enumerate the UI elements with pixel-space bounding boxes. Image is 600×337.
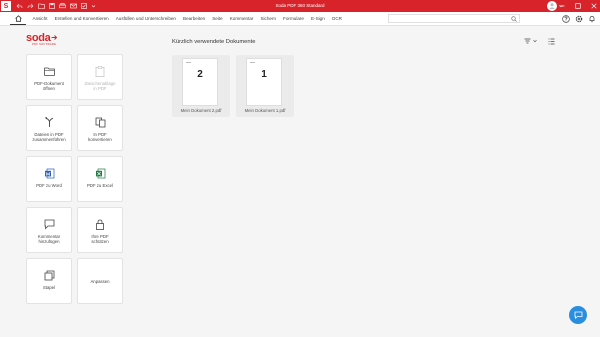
batch-icon: [44, 270, 54, 281]
chevron-down-icon: [533, 39, 537, 43]
tile-label: Dateien in PDF zusammenführen: [32, 132, 66, 142]
maximize-icon[interactable]: [575, 3, 581, 9]
tile-convert-to-pdf[interactable]: In PDF konvertieren: [77, 105, 123, 151]
menu-item-ausfuellen[interactable]: Ausfüllen und Unterschreiben: [112, 12, 179, 26]
quick-access-toolbar: [16, 3, 96, 9]
menu-item-ocr[interactable]: OCR: [328, 12, 345, 26]
open-folder-icon[interactable]: [38, 3, 45, 9]
chat-button[interactable]: [569, 306, 587, 324]
checkmark-icon[interactable]: [81, 3, 87, 9]
settings-icon[interactable]: [575, 15, 583, 23]
sort-button[interactable]: [524, 38, 537, 44]
user-avatar-icon[interactable]: [547, 1, 557, 11]
dropdown-arrow-icon[interactable]: [91, 3, 96, 9]
menu-item-kommentar[interactable]: Kommentar: [226, 12, 257, 26]
merge-icon: [44, 117, 53, 127]
document-file-name: Mein Dokument 2.pdf: [180, 108, 222, 113]
app-logo-icon[interactable]: S: [1, 1, 11, 11]
tile-clipboard-to-pdf[interactable]: Zwischenablage in PDF: [77, 54, 123, 100]
tile-pdf-to-word[interactable]: PDF zu Word: [26, 156, 72, 202]
tile-label: Kommentar hinzufügen: [37, 234, 61, 244]
lock-icon: [96, 219, 104, 230]
tile-open-pdf[interactable]: PDF-Dokument öffnen: [26, 54, 72, 100]
window-controls: [559, 0, 597, 12]
menu-item-formulare[interactable]: Formulare: [280, 12, 308, 26]
menu-right-icons: [562, 14, 596, 24]
help-icon[interactable]: [562, 15, 570, 23]
document-file-name: Mein Dokument 1.pdf: [244, 108, 286, 113]
tile-batch[interactable]: Stapel: [26, 258, 72, 304]
document-page-number: 2: [197, 69, 203, 80]
home-icon: [14, 14, 22, 22]
brand-tagline: PDF SOFTWARE: [32, 43, 57, 46]
clipboard-icon: [95, 66, 105, 77]
email-icon[interactable]: [70, 3, 77, 9]
tile-label: PDF zu Word: [36, 183, 62, 188]
title-bar: S Soda PDF 360 Standard: [0, 0, 600, 12]
tile-label: In PDF konvertieren: [88, 132, 112, 142]
list-view-icon[interactable]: [548, 38, 555, 45]
tile-protect-pdf[interactable]: Ihre PDF schützen: [77, 207, 123, 253]
menu-item-ansicht[interactable]: Ansicht: [29, 12, 51, 26]
search-icon[interactable]: [511, 15, 517, 22]
excel-icon: [95, 168, 105, 179]
search-input[interactable]: [388, 14, 520, 23]
folder-icon: [43, 67, 55, 76]
recent-document-card[interactable]: 1 Mein Dokument 1.pdf: [236, 55, 294, 117]
avatar-dropdown-icon[interactable]: [559, 4, 563, 8]
chat-icon: [574, 311, 582, 319]
tile-pdf-to-excel[interactable]: PDF zu Excel: [77, 156, 123, 202]
sort-icon: [524, 38, 531, 44]
convert-icon: [95, 117, 105, 128]
menu-bar: Ansicht Erstellen und Konvertieren Ausfü…: [0, 12, 600, 26]
notification-icon[interactable]: [588, 15, 596, 23]
brand-arrow-icon: [51, 35, 58, 40]
tile-label: PDF-Dokument öffnen: [34, 81, 64, 91]
menu-item-bearbeiten[interactable]: Bearbeiten: [180, 12, 209, 26]
tile-label: Anpassen: [90, 278, 110, 284]
redo-icon[interactable]: [27, 3, 34, 9]
tile-label: Stapel: [42, 285, 56, 290]
comment-icon: [44, 219, 54, 230]
menu-items: Ansicht Erstellen und Konvertieren Ausfü…: [29, 12, 346, 26]
print-icon[interactable]: [59, 3, 66, 9]
document-page-number: 1: [261, 69, 267, 80]
document-thumbnail: 1: [246, 58, 282, 106]
soda-logo: soda PDF SOFTWARE: [26, 33, 58, 46]
word-icon: [44, 168, 54, 179]
menu-item-sichern[interactable]: Sichern: [257, 12, 280, 26]
home-tab[interactable]: [10, 12, 26, 25]
tile-label: Ihre PDF schützen: [91, 234, 109, 244]
tile-customize[interactable]: Anpassen: [77, 258, 123, 304]
tile-label: PDF zu Excel: [86, 183, 114, 188]
document-thumbnail: 2: [182, 58, 218, 106]
save-icon[interactable]: [49, 3, 55, 9]
recent-document-card[interactable]: 2 Mein Dokument 2.pdf: [172, 55, 230, 117]
close-icon[interactable]: [591, 3, 597, 9]
section-title: Kürzlich verwendete Dokumente: [172, 39, 256, 45]
tile-merge-files[interactable]: Dateien in PDF zusammenführen: [26, 105, 72, 151]
menu-item-erstellen[interactable]: Erstellen und Konvertieren: [51, 12, 112, 26]
menu-item-esign[interactable]: E-Sign: [307, 12, 328, 26]
tile-label: Zwischenablage in PDF: [84, 81, 116, 91]
tile-add-comment[interactable]: Kommentar hinzufügen: [26, 207, 72, 253]
menu-item-seite[interactable]: Seite: [209, 12, 226, 26]
undo-icon[interactable]: [16, 3, 23, 9]
